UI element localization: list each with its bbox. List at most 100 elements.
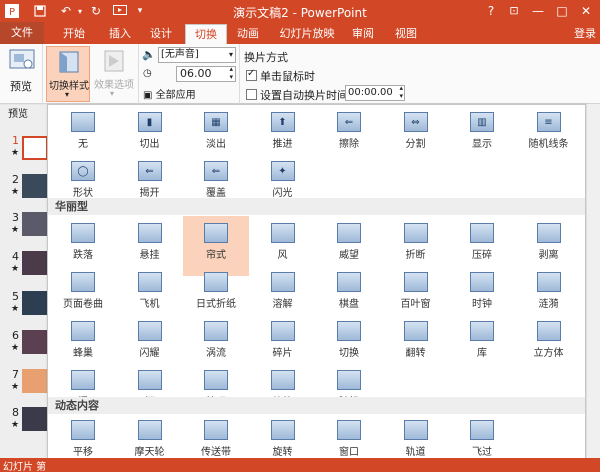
transition-glyph — [405, 322, 427, 340]
tab-transitions[interactable]: 切换 — [185, 24, 227, 44]
ribbon-display-options-button[interactable]: ⊡ — [503, 2, 525, 20]
transition-glyph: ▥ — [477, 116, 487, 128]
tab-home[interactable]: 开始 — [56, 24, 92, 44]
transition-style-button[interactable]: 切换样式 ▾ — [46, 46, 90, 102]
star-icon: ★ — [11, 382, 20, 392]
transition-thumbnail-icon — [403, 321, 428, 341]
transition-thumbnail-icon — [470, 321, 494, 341]
spinner-icon[interactable]: ▴ ▾ — [229, 65, 233, 81]
transition-item[interactable]: 立方体 — [516, 314, 582, 374]
transition-label: 涡流 — [206, 348, 226, 359]
transition-label: 蜂巢 — [73, 348, 93, 359]
tab-review[interactable]: 审阅 — [345, 24, 381, 44]
transition-glyph — [471, 421, 493, 439]
tab-view[interactable]: 视图 — [388, 24, 424, 44]
slide-thumbnail[interactable] — [22, 330, 48, 354]
tab-slideshow[interactable]: 幻灯片放映 — [276, 24, 338, 44]
transition-label: 旋转 — [272, 447, 293, 458]
checkbox-icon — [246, 68, 257, 81]
slide-thumbnail[interactable] — [22, 212, 48, 236]
minimize-button[interactable]: — — [527, 2, 549, 20]
slide-number: 6 — [12, 329, 19, 342]
transition-label: 涟漪 — [538, 299, 559, 310]
transition-item[interactable]: 翻转 — [383, 314, 449, 374]
close-button[interactable]: ✕ — [575, 2, 597, 20]
transition-label: 形状 — [73, 188, 93, 199]
chevron-down-icon: ▾ — [65, 90, 70, 99]
slide-thumbnail[interactable] — [22, 291, 48, 315]
maximize-button[interactable]: □ — [551, 2, 573, 20]
slide-thumbnail[interactable] — [22, 251, 48, 275]
transition-label: 棋盘 — [339, 299, 359, 310]
preview-group-label: 预览 — [8, 109, 28, 120]
slide-number: 8 — [12, 406, 19, 419]
on-click-checkbox[interactable]: 单击鼠标时 — [246, 68, 315, 84]
auto-advance-label: 设置自动换片时间: — [260, 89, 352, 102]
tab-design[interactable]: 设计 — [143, 24, 179, 44]
slide-thumbnail[interactable] — [22, 407, 48, 431]
transition-glyph — [471, 224, 493, 242]
transition-thumbnail-icon: ⇐ — [337, 112, 361, 132]
transition-glyph — [405, 421, 427, 439]
transition-thumbnail-icon — [403, 272, 428, 292]
transition-glyph — [139, 224, 161, 242]
transition-label: 折断 — [405, 250, 426, 261]
transition-item[interactable]: ⇔ 分割 — [383, 105, 449, 165]
preview-button[interactable] — [8, 48, 38, 76]
chevron-down-icon: ▾ — [228, 50, 233, 59]
transition-label: 时钟 — [472, 299, 492, 310]
transition-item[interactable]: ≡ 随机线条 — [516, 105, 582, 165]
transition-thumbnail-icon — [270, 370, 295, 390]
transition-glyph — [272, 322, 294, 340]
sound-value: [无声音] — [161, 49, 199, 60]
auto-advance-time-value: 00:00.00 — [348, 87, 393, 98]
transition-glyph — [72, 224, 94, 242]
duration-input[interactable]: 06.00 ▴ ▾ — [176, 65, 236, 82]
transition-item[interactable]: 库 — [449, 314, 515, 374]
tab-file[interactable]: 文件 — [0, 22, 44, 44]
sound-select[interactable]: [无声音] ▾ — [158, 47, 236, 63]
effect-options-button[interactable]: 效果选项 ▾ — [92, 46, 136, 102]
help-button[interactable]: ? — [480, 2, 502, 20]
transition-glyph: ⇔ — [411, 116, 420, 128]
transition-glyph: ▦ — [211, 116, 221, 128]
transition-label: 轨道 — [405, 447, 426, 458]
auto-advance-checkbox[interactable]: 设置自动换片时间: — [246, 87, 352, 103]
gallery-scrollbar[interactable] — [586, 104, 600, 458]
transition-label: 溶解 — [272, 299, 293, 310]
transition-glyph: ⇐ — [344, 116, 354, 128]
transition-thumbnail-icon: ⬆ — [270, 112, 295, 132]
transition-label: 擦除 — [339, 139, 359, 150]
signin-link[interactable]: 登录 — [570, 24, 600, 44]
transition-label: 随机线条 — [528, 139, 569, 150]
transition-item[interactable]: ⇐ 擦除 — [316, 105, 382, 165]
spinner-icon[interactable]: ▴ ▾ — [399, 84, 403, 100]
auto-advance-time-input[interactable]: 00:00.00 ▴ ▾ — [345, 84, 405, 101]
transition-label: 飞过 — [472, 447, 492, 458]
transition-glyph — [338, 421, 360, 439]
tab-insert[interactable]: 插入 — [102, 24, 138, 44]
transition-thumbnail-icon — [337, 272, 361, 292]
transition-label: 闪光 — [272, 188, 293, 199]
slide-number: 1 — [12, 134, 19, 147]
transition-label: 闪耀 — [139, 348, 160, 359]
transition-glyph — [139, 371, 161, 389]
slide-thumbnail[interactable] — [22, 174, 48, 198]
apply-all-button[interactable]: ▣ 全部应用 — [143, 86, 196, 101]
transition-glyph — [139, 421, 161, 439]
tab-animations[interactable]: 动画 — [230, 24, 266, 44]
slide-number: 2 — [12, 173, 19, 186]
transition-thumbnail-icon — [470, 420, 494, 440]
transition-thumbnail-icon — [536, 272, 561, 292]
section-header-exciting: 华丽型 — [48, 198, 585, 215]
transition-label: 切换 — [339, 348, 359, 359]
transition-thumbnail-icon — [137, 272, 162, 292]
transition-glyph — [205, 273, 227, 291]
clock-icon: ◷ — [143, 68, 152, 79]
slide-thumbnail[interactable] — [22, 369, 48, 393]
transition-glyph — [538, 273, 560, 291]
transition-item[interactable]: ▥ 显示 — [449, 105, 515, 165]
slide-thumbnail[interactable] — [22, 136, 48, 160]
transition-label: 压碎 — [472, 250, 492, 261]
slide-thumbnail-panel: 预览 1 ★ 2 ★ 3 ★ 4 ★ 5 ★ 6 ★ 7 ★ 8 ★ — [0, 105, 48, 461]
